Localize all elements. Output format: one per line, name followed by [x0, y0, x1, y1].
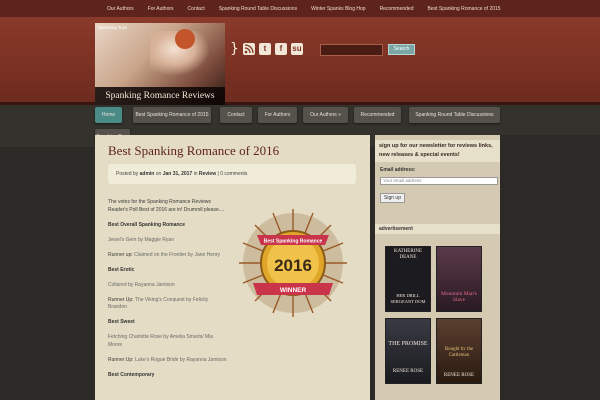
section-heading: Best Overall Spanking Romance — [108, 221, 185, 228]
site-logo[interactable]: Spanking Toys Spanking Romance Reviews — [95, 23, 225, 105]
nav-recommended[interactable]: Recommended — [354, 107, 401, 123]
book-author: KATHERINE DEANE — [393, 249, 423, 260]
runner-up-label: Runner Up: — [108, 356, 134, 363]
nav-home[interactable]: Home — [95, 107, 122, 123]
book-cover-drill-sergeant[interactable]: KATHERINE DEANE HER DRILL SERGEANT DOM — [385, 246, 431, 312]
meta-in: in — [193, 171, 198, 177]
nav-contact[interactable]: Contact — [220, 107, 252, 123]
meta-posted-by: Posted by — [116, 171, 139, 177]
stumbleupon-icon[interactable]: su — [290, 43, 303, 55]
badge-year: 2016 — [274, 256, 312, 275]
book-title: HER DRILL SERGEANT DOM — [390, 293, 426, 304]
section-heading: Best Contemporary — [108, 371, 155, 378]
runner-up-title[interactable]: Luke's Rogue Bride by Rayanna Jamison — [135, 357, 227, 363]
book-cover-cattleman[interactable]: Bought by the Cattleman RENEE ROSE — [436, 318, 482, 384]
nav-for-authors[interactable]: For Authors — [258, 107, 297, 123]
top-nav-contact[interactable]: Contact — [181, 6, 212, 12]
right-margin — [500, 135, 600, 400]
book-title: Bought by the Cattleman — [444, 347, 474, 358]
social-icons: } t f su — [230, 42, 303, 56]
facebook-icon[interactable]: f — [274, 43, 287, 55]
logo-hair — [175, 29, 195, 49]
nav-best-2015[interactable]: Best Spanking Romance of 2015 — [133, 107, 211, 123]
section-winner[interactable]: Collared by Rayanna Jamison — [108, 282, 228, 290]
meta-on: on — [155, 171, 162, 177]
logo-tag: Spanking Toys — [98, 25, 128, 30]
advertisement-heading: advertisement — [375, 224, 500, 234]
post-content: Best Spanking Romance of 2016 Posted by … — [95, 135, 370, 400]
section-winner[interactable]: Jewel's Gem by Maggie Ryan — [108, 237, 228, 245]
top-nav-blog-hop[interactable]: Winter Spanks Blog Hop — [304, 6, 372, 12]
meta-author[interactable]: admin — [140, 171, 155, 177]
nav-round-table[interactable]: Spanking Round Table Discussions — [409, 107, 500, 123]
section-runner-up: Runner up: Claimed on the Frontier by Ja… — [108, 252, 228, 260]
top-nav: Our Authors For Authors Contact Spanking… — [0, 0, 600, 17]
post-meta: Posted by admin on Jan 31, 2017 in Revie… — [108, 164, 356, 184]
section-runner-up: Runner Up: The Viking's Conquest by Feli… — [108, 297, 228, 312]
post-body: The votes for the Spanking Romance Revie… — [108, 199, 228, 387]
badge-top-text: Best Spanking Romance — [264, 239, 323, 245]
top-nav-our-authors[interactable]: Our Authors — [100, 6, 141, 12]
post-intro: The votes for the Spanking Romance Revie… — [108, 199, 225, 213]
book-title: Mountain Man's Slave — [441, 291, 477, 303]
runner-up-title[interactable]: Claimed on the Frontier by Jane Henry — [134, 252, 220, 258]
email-label: Email address: — [380, 167, 416, 173]
section-heading: Best Sweet — [108, 319, 135, 325]
meta-category[interactable]: Review — [199, 171, 216, 177]
top-nav-best-2015[interactable]: Best Spanking Romance of 2015 — [420, 6, 507, 12]
book-cover-the-promise[interactable]: THE PROMISE RENEE ROSE — [385, 318, 431, 384]
meta-comments[interactable]: | 0 comments — [218, 171, 248, 177]
brace-decoration: } — [230, 41, 239, 57]
top-nav-for-authors[interactable]: For Authors — [141, 6, 181, 12]
post-title[interactable]: Best Spanking Romance of 2016 — [108, 143, 279, 159]
search-button[interactable]: Search — [388, 44, 415, 55]
runner-up-label: Runner up: — [108, 251, 133, 258]
badge-ribbon-text: WINNER — [280, 287, 307, 294]
rss-icon[interactable] — [242, 43, 255, 55]
book-cover-mountain-man[interactable]: Mountain Man's Slave — [436, 246, 482, 312]
twitter-icon[interactable]: t — [258, 43, 271, 55]
runner-up-label: Runner Up: — [108, 296, 134, 303]
nav-our-authors[interactable]: Our Authors » — [303, 107, 348, 123]
email-field[interactable]: Your email address — [380, 177, 498, 185]
section-runner-up: Runner Up: Luke's Rogue Bride by Rayanna… — [108, 357, 228, 365]
winner-badge: Best Spanking Romance 2016 WINNER — [239, 209, 347, 317]
meta-date: Jan 31, 2017 — [162, 171, 193, 177]
book-author: RENEE ROSE — [392, 369, 424, 374]
book-author: RENEE ROSE — [443, 373, 475, 378]
newsletter-heading: sign up for our newsletter for reviews l… — [375, 140, 500, 162]
search-input[interactable] — [320, 44, 383, 56]
logo-title: Spanking Romance Reviews — [95, 87, 225, 105]
top-nav-recommended[interactable]: Recommended — [373, 6, 421, 12]
section-heading: Best Erotic — [108, 266, 135, 273]
top-nav-round-table[interactable]: Spanking Round Table Discussions — [212, 6, 304, 12]
section-winner[interactable]: Fetching Charlotte Rose by Amelia Smarts… — [108, 334, 228, 349]
book-title: THE PROMISE — [388, 341, 428, 347]
site-header: Spanking Toys Spanking Romance Reviews }… — [0, 17, 600, 105]
signup-button[interactable]: Sign up — [380, 193, 405, 203]
